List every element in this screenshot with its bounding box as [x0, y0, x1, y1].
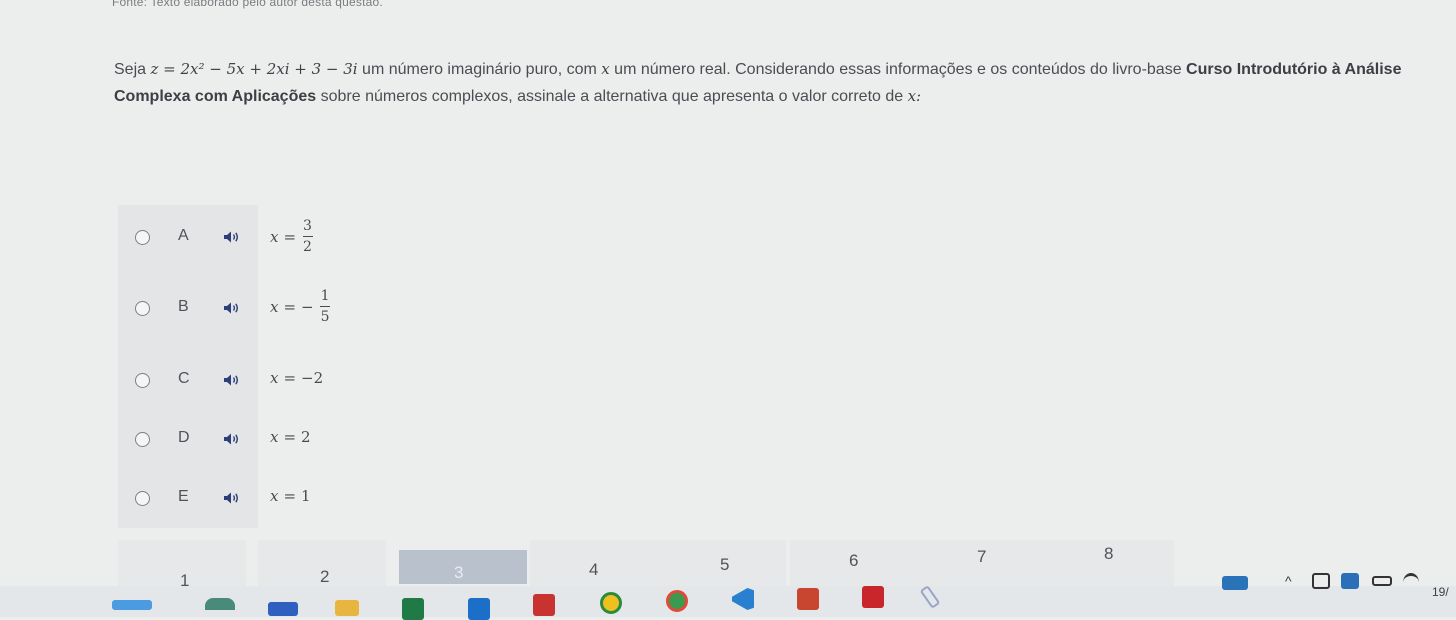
- option-c-answer: x = −2: [270, 369, 323, 387]
- question-mid2: um número real. Considerando essas infor…: [609, 61, 1187, 78]
- speaker-icon[interactable]: [223, 432, 241, 446]
- tray-wifi-manager-icon[interactable]: [1312, 573, 1330, 589]
- speaker-icon[interactable]: [223, 230, 241, 244]
- powerpoint-icon[interactable]: [797, 588, 819, 610]
- option-c[interactable]: C x = −2: [118, 352, 718, 402]
- page-label-2: 2: [320, 567, 330, 586]
- page-button-6[interactable]: 6: [790, 540, 918, 588]
- option-b-eq: =: [283, 297, 297, 316]
- question-mid1: um número imaginário puro, com: [357, 61, 602, 78]
- option-b-var: x: [270, 297, 279, 316]
- clock[interactable]: 19/: [1432, 585, 1449, 599]
- taskbar: ^ 19/: [0, 573, 1456, 620]
- option-e-answer: x = 1: [270, 487, 311, 505]
- option-d-radio[interactable]: [135, 432, 150, 447]
- wifi-icon[interactable]: [1403, 573, 1419, 592]
- page-label-3: 3: [454, 563, 464, 582]
- start-icon[interactable]: [112, 600, 152, 610]
- speaker-icon[interactable]: [223, 301, 241, 315]
- option-a-denominator: 2: [303, 239, 312, 255]
- option-a-answer: x = 3 2: [270, 218, 314, 255]
- option-b-radio[interactable]: [135, 301, 150, 316]
- folder-icon[interactable]: [335, 600, 359, 616]
- question-text: Seja z = 2x² − 5x + 2xi + 3 − 3i um núme…: [114, 56, 1424, 110]
- option-c-letter: C: [178, 370, 190, 387]
- option-b-answer: x = − 1 5: [270, 288, 332, 325]
- option-d-var: x: [270, 428, 279, 446]
- option-a-radio[interactable]: [135, 230, 150, 245]
- battery-icon[interactable]: [1372, 576, 1392, 586]
- option-b-sign: −: [301, 297, 314, 316]
- option-b-numerator: 1: [320, 288, 330, 304]
- option-b[interactable]: B x = − 1 5: [118, 280, 718, 330]
- option-e-letter: E: [178, 488, 189, 505]
- option-d-answer: x = 2: [270, 428, 311, 446]
- option-a-eq: =: [283, 227, 297, 246]
- option-c-eq: =: [283, 369, 297, 387]
- option-c-value: −2: [301, 369, 324, 387]
- page-button-3[interactable]: 3: [399, 550, 527, 584]
- option-e-var: x: [270, 487, 279, 505]
- option-d[interactable]: D x = 2: [118, 411, 718, 461]
- chrome-profile-icon[interactable]: [666, 590, 688, 612]
- question-tail: sobre números complexos, assinale a alte…: [316, 88, 908, 105]
- option-e-radio[interactable]: [135, 491, 150, 506]
- speaker-icon[interactable]: [223, 373, 241, 387]
- option-e-value: 1: [301, 487, 311, 505]
- page-label-4: 4: [589, 560, 599, 579]
- page-label-5: 5: [720, 555, 730, 574]
- options-panel: A x = 3 2 B x = − 1 5 C x = −2 D x = 2 E…: [118, 205, 331, 528]
- option-a-var: x: [270, 227, 279, 246]
- page-label-6: 6: [849, 551, 859, 570]
- page-button-2[interactable]: 2: [258, 540, 386, 588]
- option-b-fraction: 1 5: [319, 288, 332, 325]
- option-e[interactable]: E x = 1: [118, 470, 718, 520]
- question-pager: 1 2 3 4 5 6 7 8: [118, 540, 1178, 590]
- page-button-8[interactable]: 8: [1046, 540, 1174, 588]
- option-d-eq: =: [283, 428, 297, 446]
- option-a-numerator: 3: [303, 218, 312, 234]
- option-c-var: x: [270, 369, 279, 387]
- page-label-8: 8: [1104, 544, 1114, 563]
- cloud-app-icon[interactable]: [205, 598, 235, 610]
- option-a[interactable]: A x = 3 2: [118, 209, 718, 259]
- option-a-fraction: 3 2: [301, 218, 314, 255]
- option-a-letter: A: [178, 227, 189, 244]
- page-button-4[interactable]: 4: [530, 540, 658, 588]
- page-button-1[interactable]: 1: [118, 540, 246, 590]
- chrome-icon[interactable]: [600, 592, 622, 614]
- page-label-7: 7: [977, 547, 987, 566]
- tray-caret-icon[interactable]: ^: [1285, 573, 1292, 589]
- page-button-5[interactable]: 5: [658, 540, 786, 588]
- paint-icon[interactable]: [919, 585, 941, 609]
- tray-app-icon[interactable]: [1222, 576, 1248, 590]
- question-formula: z = 2x² − 5x + 2xi + 3 − 3i: [150, 60, 358, 78]
- acrobat-icon[interactable]: [862, 586, 884, 608]
- solidworks-icon[interactable]: [533, 594, 555, 616]
- option-d-letter: D: [178, 429, 190, 446]
- option-c-radio[interactable]: [135, 373, 150, 388]
- option-d-value: 2: [301, 428, 311, 446]
- speaker-icon[interactable]: [223, 491, 241, 505]
- word-icon[interactable]: [268, 602, 298, 616]
- vscode-icon[interactable]: [732, 588, 754, 610]
- page-button-7[interactable]: 7: [918, 540, 1046, 588]
- source-line: Fonte: Texto elaborado pelo autor desta …: [112, 0, 383, 9]
- question-end: x:: [907, 87, 922, 105]
- option-b-letter: B: [178, 298, 189, 315]
- question-var-x: x: [601, 60, 610, 78]
- option-b-denominator: 5: [320, 309, 330, 325]
- question-intro: Seja: [114, 61, 151, 78]
- option-e-eq: =: [283, 487, 297, 505]
- tray-teams-icon[interactable]: [1341, 573, 1359, 589]
